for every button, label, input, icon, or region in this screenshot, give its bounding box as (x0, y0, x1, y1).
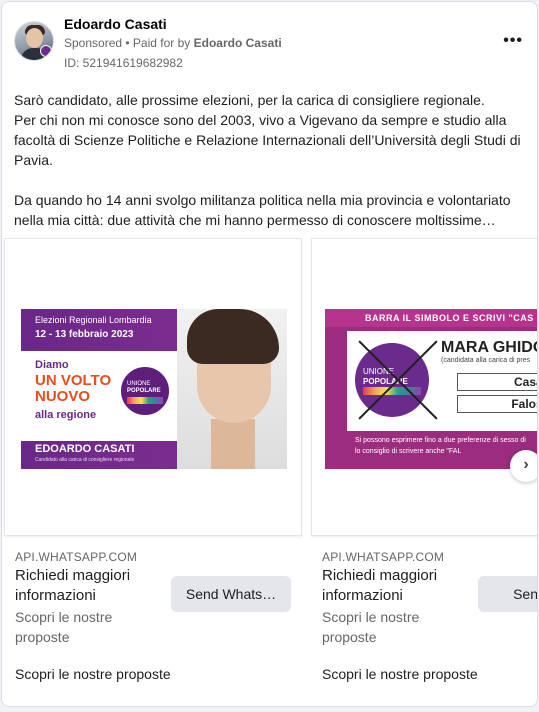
logo-rainbow-stripe (127, 397, 163, 404)
portrait-hair (187, 309, 279, 364)
banner-headline: UN VOLTO NUOVO (35, 373, 111, 405)
campaign-banner-1: Elezioni Regionali Lombardia 12 - 13 feb… (21, 309, 287, 469)
ballot-preference-2: Falossi (457, 395, 537, 413)
banner-election-date: 12 - 13 febbraio 2023 (35, 329, 134, 340)
slide-2-domain: API.WHATSAPP.COM (322, 550, 445, 564)
banner-candidate-name: EDOARDO CASATI (35, 443, 135, 455)
post-paragraph-3: Da quando ho 14 anni svolgo militanza po… (14, 192, 511, 228)
slide-1-title[interactable]: Richiedi maggiori informazioni (15, 566, 165, 606)
carousel-next-chevron-icon[interactable]: › (510, 450, 537, 482)
avatar[interactable] (14, 21, 54, 61)
logo-text-bottom: POPOLARE (127, 388, 161, 394)
logo-text-top: UNIONE (127, 381, 151, 387)
sponsor-line: Sponsored • Paid for by Edoardo Casati (64, 36, 282, 50)
portrait-neck (211, 419, 255, 469)
slide-1-footer: Scopri le nostre proposte (15, 666, 171, 682)
banner-candidate-subtitle: Candidato alla carica di consigliere reg… (35, 457, 135, 463)
carousel-slide-1: Elezioni Regionali Lombardia 12 - 13 feb… (4, 238, 302, 706)
banner-2-footnote-2: lo consiglio di scrivere anche "FAL (355, 448, 462, 455)
more-options-icon[interactable]: ••• (503, 32, 523, 50)
avatar-party-badge-icon (40, 45, 52, 57)
carousel-slide-2: BARRA IL SIMBOLO E SCRIVI "CAS UNIONE PO… (311, 238, 538, 706)
ballot-card: UNIONE POPOLARE MARA GHIDO (candidata al… (347, 331, 538, 431)
avatar-face (26, 28, 43, 48)
slide-2-media[interactable]: BARRA IL SIMBOLO E SCRIVI "CAS UNIONE PO… (311, 238, 538, 536)
send-whatsapp-button[interactable]: Send Whats… (171, 576, 291, 612)
post-paragraph-1: Sarò candidato, alle prossime elezioni, … (14, 92, 485, 108)
ballot-candidate-name: MARA GHIDO (441, 339, 538, 356)
banner-2-footnote-1: Si possono esprimere fino a due preferen… (355, 437, 526, 444)
ballot-candidate-subtitle: (candidata alla carica di pres (441, 357, 531, 364)
slide-1-domain: API.WHATSAPP.COM (15, 550, 138, 564)
candidate-portrait (177, 309, 287, 469)
post-body: Sarò candidato, alle prossime elezioni, … (14, 90, 524, 230)
carousel: Elezioni Regionali Lombardia 12 - 13 feb… (2, 238, 538, 706)
campaign-banner-2: BARRA IL SIMBOLO E SCRIVI "CAS UNIONE PO… (325, 309, 538, 469)
sponsored-label: Sponsored (64, 36, 123, 50)
party-logo-icon: UNIONE POPOLARE (355, 343, 429, 417)
send-whatsapp-button[interactable]: Send W (478, 576, 537, 612)
ad-card: Edoardo Casati Sponsored • Paid for by E… (1, 1, 538, 707)
banner-2-instruction: BARRA IL SIMBOLO E SCRIVI "CAS (325, 309, 537, 327)
slide-1-description: Scopri le nostre proposte (15, 609, 113, 645)
banner-line-2: UN VOLTO (35, 372, 112, 389)
slide-2-footer: Scopri le nostre proposte (322, 666, 478, 682)
banner-line-1: Diamo (35, 359, 69, 371)
ballot-preference-1: Casati (457, 373, 537, 391)
post-paragraph-2: Per chi non mi conosce sono del 2003, vi… (14, 112, 521, 168)
slide-2-description: Scopri le nostre proposte (322, 609, 420, 645)
banner-line-4: alla regione (35, 409, 97, 421)
slide-2-title[interactable]: Richiedi maggiori informazioni (322, 566, 472, 606)
page-name[interactable]: Edoardo Casati (64, 16, 167, 32)
slide-1-media[interactable]: Elezioni Regionali Lombardia 12 - 13 feb… (4, 238, 302, 536)
ad-id: ID: 521941619682982 (64, 56, 183, 70)
banner-line-3: NUOVO (35, 388, 91, 405)
paid-for-name: Edoardo Casati (193, 36, 282, 50)
banner-election-title: Elezioni Regionali Lombardia (35, 315, 152, 325)
party-logo-icon: UNIONE POPOLARE (119, 365, 171, 417)
paid-for-prefix: • Paid for by (125, 36, 191, 50)
ad-header: Edoardo Casati Sponsored • Paid for by E… (14, 16, 525, 76)
